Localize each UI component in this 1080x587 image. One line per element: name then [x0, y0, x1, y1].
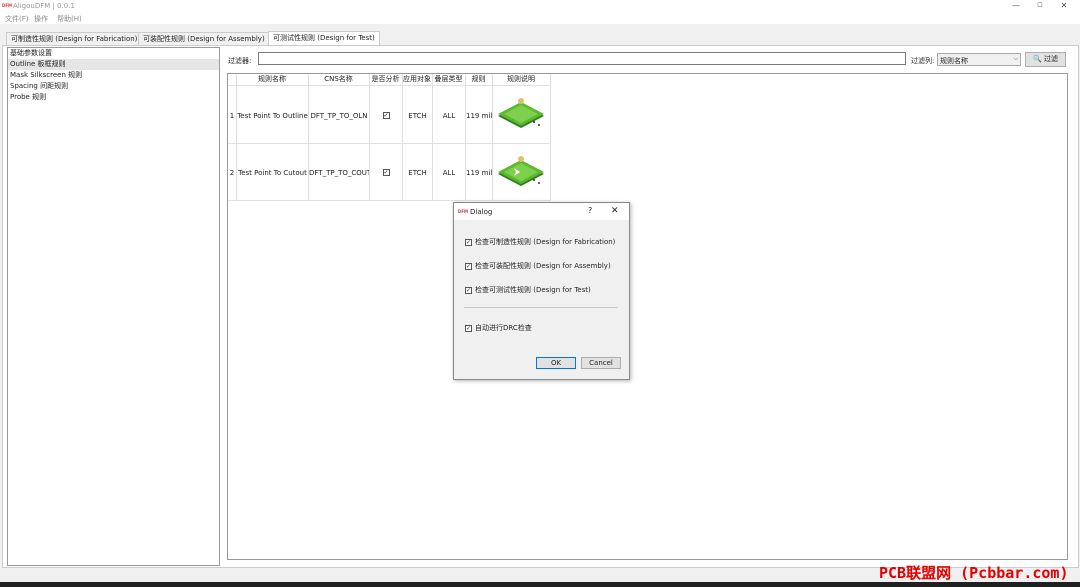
filter-column-value: 规则名称: [940, 57, 968, 65]
option-auto-drc[interactable]: ✓ 自动进行DRC检查: [465, 323, 532, 333]
dialog-title: Dialog: [470, 208, 493, 216]
sidebar-item-basic-params[interactable]: 基础参数设置: [8, 48, 219, 59]
taskbar: [0, 582, 1080, 587]
cell-layer-type[interactable]: ALL: [433, 112, 465, 120]
cancel-button[interactable]: Cancel: [581, 357, 621, 369]
menu-file[interactable]: 文件(F): [5, 14, 29, 24]
sidebar-item-outline[interactable]: Outline 板框规则: [8, 59, 219, 70]
column-header-target[interactable]: 应用对象: [402, 74, 432, 85]
dialog-title-bar: DFM Dialog ? ✕: [454, 203, 629, 220]
checkbox[interactable]: ✓: [465, 262, 472, 270]
search-icon: 🔍: [1033, 55, 1042, 63]
checkbox[interactable]: ✓: [382, 112, 390, 119]
menu-bar: 文件(F) 操作 帮助(H): [0, 12, 1080, 24]
dialog-logo: DFM: [458, 209, 469, 214]
cell-rule[interactable]: 119 mil: [466, 169, 492, 177]
tab-assembly[interactable]: 可装配性规则 (Design for Assembly): [138, 32, 270, 45]
option-fabrication[interactable]: ✓ 检查可制造性规则 (Design for Fabrication): [465, 237, 615, 247]
row-number: 1: [229, 112, 235, 120]
app-logo: DFM: [2, 3, 13, 8]
tab-fabrication[interactable]: 可制造性规则 (Design for Fabrication): [6, 32, 143, 45]
filter-column-select[interactable]: 规则名称 ⌵: [937, 53, 1021, 66]
cell-rule-name[interactable]: Test Point To Outline: [237, 112, 308, 120]
minimize-button[interactable]: —: [1006, 1, 1026, 11]
check-options-dialog: DFM Dialog ? ✕ ✓ 检查可制造性规则 (Design for Fab…: [453, 202, 630, 380]
cell-target[interactable]: ETCH: [403, 169, 432, 177]
checkbox[interactable]: ✓: [465, 286, 472, 294]
filter-button-label: 过滤: [1043, 55, 1058, 63]
sidebar-item-spacing[interactable]: Spacing 间距规则: [8, 81, 219, 92]
dialog-close-button[interactable]: ✕: [611, 206, 619, 216]
option-test[interactable]: ✓ 检查可测试性规则 (Design for Test): [465, 285, 591, 295]
tab-test[interactable]: 可测试性规则 (Design for Test): [268, 31, 380, 45]
cell-analyze[interactable]: ✓: [370, 168, 402, 176]
cell-cns-name[interactable]: DFT_TP_TO_OLN: [309, 112, 369, 120]
column-header-layer-type[interactable]: 叠层类型: [432, 74, 465, 85]
divider: [464, 307, 618, 308]
checkbox[interactable]: ✓: [465, 238, 472, 246]
option-label: 检查可测试性规则 (Design for Test): [475, 286, 591, 294]
rule-table: 规则名称 CNS名称 是否分析 应用对象 叠层类型 规则 规则说明 1 Test…: [227, 73, 1068, 560]
watermark: PCB联盟网 (Pcbbar.com): [879, 564, 1069, 582]
menu-help[interactable]: 帮助(H): [57, 14, 82, 24]
column-header-rule-name[interactable]: 规则名称: [236, 74, 308, 85]
column-header-rule[interactable]: 规则: [465, 74, 492, 85]
filter-input[interactable]: [258, 52, 906, 65]
cell-rule[interactable]: 119 mil: [466, 112, 492, 120]
option-label: 检查可制造性规则 (Design for Fabrication): [475, 238, 616, 246]
checkbox[interactable]: ✓: [465, 324, 472, 332]
option-label: 检查可装配性规则 (Design for Assembly): [475, 262, 611, 270]
help-button[interactable]: ?: [588, 206, 592, 215]
column-header-description[interactable]: 规则说明: [492, 74, 550, 85]
maximize-button[interactable]: ☐: [1030, 1, 1050, 11]
test-point-to-outline-illustration: [498, 98, 544, 128]
column-header-cns-name[interactable]: CNS名称: [308, 74, 369, 85]
test-point-to-cutout-illustration: [498, 156, 544, 186]
cell-rule-name[interactable]: Test Point To Cutout: [237, 169, 308, 177]
cell-analyze[interactable]: ✓: [370, 111, 402, 119]
title-bar: DFM AligouDFM | 0.0.1 — ☐ ✕: [0, 0, 1080, 12]
filter-column-label: 过滤列:: [911, 57, 935, 65]
option-label: 自动进行DRC检查: [475, 324, 532, 332]
checkbox[interactable]: ✓: [382, 169, 390, 176]
sidebar-item-mask-silkscreen[interactable]: Mask Silkscreen 规则: [8, 70, 219, 81]
close-button[interactable]: ✕: [1054, 1, 1074, 11]
filter-label: 过滤器:: [228, 57, 252, 65]
column-header-analyze[interactable]: 是否分析: [369, 74, 402, 85]
option-assembly[interactable]: ✓ 检查可装配性规则 (Design for Assembly): [465, 261, 611, 271]
row-number: 2: [229, 169, 235, 177]
cell-layer-type[interactable]: ALL: [433, 169, 465, 177]
tab-bar: 可制造性规则 (Design for Fabrication) 可装配性规则 (…: [0, 31, 1080, 45]
chevron-down-icon: ⌵: [1013, 55, 1018, 62]
filter-button[interactable]: 🔍 过滤: [1025, 52, 1066, 67]
ok-button[interactable]: OK: [536, 357, 576, 369]
menu-operate[interactable]: 操作: [34, 14, 48, 24]
app-title: AligouDFM | 0.0.1: [13, 2, 75, 10]
cell-target[interactable]: ETCH: [403, 112, 432, 120]
rule-category-list[interactable]: 基础参数设置 Outline 板框规则 Mask Silkscreen 规则 S…: [7, 47, 220, 566]
sidebar-item-probe[interactable]: Probe 规则: [8, 92, 219, 103]
cell-cns-name[interactable]: DFT_TP_TO_COUT: [309, 169, 369, 177]
